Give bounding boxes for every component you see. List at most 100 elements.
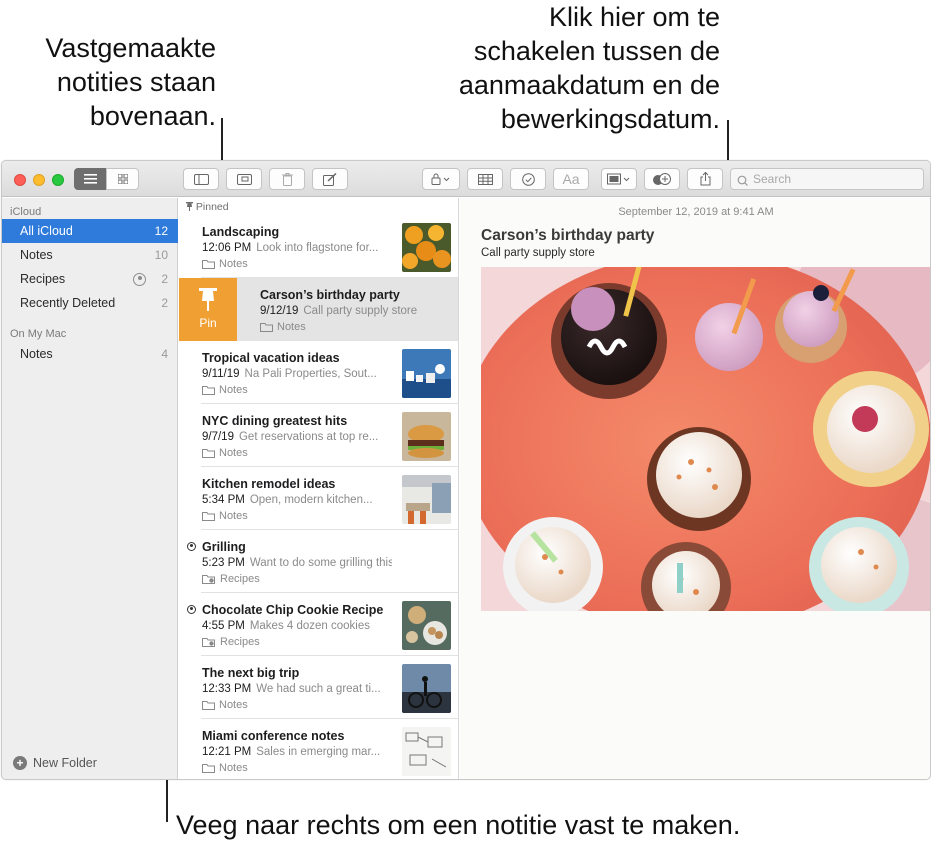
note-row[interactable]: NYC dining greatest hits 9/7/19 Get reserv… <box>179 404 458 467</box>
notes-window: Aa Search iCloud All iCloud 12 Notes 10 … <box>1 160 931 780</box>
sidebar-section-on-my-mac: On My Mac <box>10 328 67 340</box>
note-row-time: 9/7/19 <box>202 431 234 443</box>
note-row[interactable]: The next big trip 12:33 PM We had such a g… <box>179 656 458 719</box>
sidebar-item-notes[interactable]: Notes 10 <box>2 243 178 267</box>
note-body[interactable]: Call party supply store <box>481 247 595 259</box>
note-row-folder: Notes <box>202 447 248 459</box>
checklist-button[interactable] <box>510 168 546 190</box>
note-row-preview: Open, modern kitchen... <box>249 494 373 506</box>
sidebar-toggle-icon <box>193 173 209 185</box>
callout-swipe-pin: Veeg naar rechts om een notitie vast te … <box>176 810 741 840</box>
note-row-content: NYC dining greatest hits 9/7/19 Get reserv… <box>179 404 458 467</box>
note-row-content: Miami conference notes 12:21 PM Sales in e… <box>179 719 458 779</box>
close-window-button[interactable] <box>14 174 26 186</box>
note-row-folder: Notes <box>202 384 248 396</box>
note-row-meta: 9/12/19 Call party supply store <box>260 305 450 317</box>
gallery-view-icon <box>117 174 128 184</box>
cupcakes-photo[interactable] <box>481 267 930 611</box>
note-row[interactable]: Miami conference notes 12:21 PM Sales in e… <box>179 719 458 779</box>
shared-folder-icon <box>133 273 146 286</box>
sidebar-item-mac-notes[interactable]: Notes 4 <box>2 342 178 366</box>
folder-icon <box>202 512 215 521</box>
list-view-button[interactable] <box>74 168 107 190</box>
note-row-title: Miami conference notes <box>202 729 345 743</box>
note-editor: September 12, 2019 at 9:41 AM Carson’s b… <box>460 198 930 779</box>
add-people-button[interactable] <box>644 168 680 190</box>
note-row-meta: 12:33 PM We had such a great ti... <box>202 683 392 695</box>
sidebar-item-recipes[interactable]: Recipes 2 <box>2 267 178 291</box>
checklist-icon <box>521 172 535 186</box>
table-icon <box>477 173 493 185</box>
folder-icon <box>202 449 215 458</box>
sidebar-item-recently-deleted[interactable]: Recently Deleted 2 <box>2 291 178 315</box>
media-icon <box>607 173 631 185</box>
folder-icon <box>260 323 273 332</box>
note-row-time: 12:33 PM <box>202 683 252 695</box>
note-row-meta: 12:06 PM Look into flagstone for... <box>202 242 392 254</box>
shared-note-icon <box>187 605 196 614</box>
search-placeholder: Search <box>753 172 792 186</box>
shared-folder-icon <box>202 575 215 584</box>
toggle-sidebar-button[interactable] <box>183 168 219 190</box>
note-row-title: The next big trip <box>202 666 300 680</box>
note-row-preview: Sales in emerging mar... <box>256 746 381 758</box>
note-thumbnail <box>402 601 451 650</box>
note-row-folder-label: Notes <box>219 699 248 711</box>
new-note-button[interactable] <box>312 168 348 190</box>
format-button[interactable]: Aa <box>553 168 589 190</box>
sidebar-item-all-icloud[interactable]: All iCloud 12 <box>2 219 178 243</box>
plus-icon: + <box>13 756 27 770</box>
new-folder-button[interactable]: + New Folder <box>13 756 97 770</box>
note-row-preview: Na Pali Properties, Sout... <box>244 368 377 380</box>
minimize-window-button[interactable] <box>33 174 45 186</box>
note-row-time: 5:34 PM <box>202 494 245 506</box>
note-row[interactable]: Kitchen remodel ideas 5:34 PM Open, modern… <box>179 467 458 530</box>
note-row-preview: Want to do some grilling this wee... <box>249 557 392 569</box>
note-row[interactable]: Pin Carson’s birthday party 9/12/19 Call pa… <box>179 278 458 341</box>
pin-action-button[interactable]: Pin <box>179 278 237 341</box>
new-folder-label: New Folder <box>33 756 97 770</box>
note-row[interactable]: Tropical vacation ideas 9/11/19 Na Pali Pr… <box>179 341 458 404</box>
note-row-content: Chocolate Chip Cookie Recipe 4:55 PM Makes… <box>179 593 458 656</box>
note-row[interactable]: Landscaping 12:06 PM Look into flagstone f… <box>179 215 458 278</box>
note-row[interactable]: Grilling 5:23 PM Want to do some grilling … <box>179 530 458 593</box>
table-button[interactable] <box>467 168 503 190</box>
note-row-title: NYC dining greatest hits <box>202 414 348 428</box>
note-row[interactable]: Chocolate Chip Cookie Recipe 4:55 PM Makes… <box>179 593 458 656</box>
pin-icon <box>199 288 217 311</box>
note-row-folder: Recipes <box>202 573 260 585</box>
zoom-window-button[interactable] <box>52 174 64 186</box>
callout-pinned-top: Vastgemaakte notities staan bovenaan. <box>18 31 216 133</box>
trash-icon <box>281 172 293 186</box>
delete-button[interactable] <box>269 168 305 190</box>
note-row-folder: Notes <box>202 762 248 774</box>
note-row-folder-label: Notes <box>277 321 306 333</box>
share-button[interactable] <box>687 168 723 190</box>
sidebar-section-icloud: iCloud <box>10 206 42 218</box>
note-row-content: Grilling 5:23 PM Want to do some grilling … <box>179 530 458 593</box>
gallery-view-button[interactable] <box>106 168 139 190</box>
note-row-title: Tropical vacation ideas <box>202 351 340 365</box>
note-row-folder: Notes <box>202 258 248 270</box>
note-title[interactable]: Carson’s birthday party <box>481 227 654 245</box>
note-row-title: Chocolate Chip Cookie Recipe <box>202 603 384 617</box>
note-date-toggle[interactable]: September 12, 2019 at 9:41 AM <box>460 206 930 218</box>
folder-icon <box>202 764 215 773</box>
note-row-content: The next big trip 12:33 PM We had such a g… <box>179 656 458 719</box>
note-row-folder: Notes <box>260 321 306 333</box>
note-row-folder: Notes <box>202 510 248 522</box>
sidebar-item-label: Recently Deleted <box>20 296 116 310</box>
pin-icon <box>186 202 193 211</box>
toolbar: Aa Search <box>2 161 930 197</box>
callout-toggle-date: Klik hier om te schakelen tussen de aanm… <box>400 0 720 136</box>
attachments-button[interactable] <box>226 168 262 190</box>
search-input[interactable]: Search <box>730 168 924 190</box>
media-button[interactable] <box>601 168 637 190</box>
note-thumbnail <box>402 475 451 524</box>
note-row-preview: Get reservations at top re... <box>238 431 379 443</box>
lock-note-button[interactable] <box>422 168 460 190</box>
note-row-meta: 5:23 PM Want to do some grilling this wee… <box>202 557 392 569</box>
callout-line: notities staan <box>56 67 216 97</box>
note-row-title: Kitchen remodel ideas <box>202 477 336 491</box>
note-row-folder-label: Recipes <box>220 636 260 648</box>
